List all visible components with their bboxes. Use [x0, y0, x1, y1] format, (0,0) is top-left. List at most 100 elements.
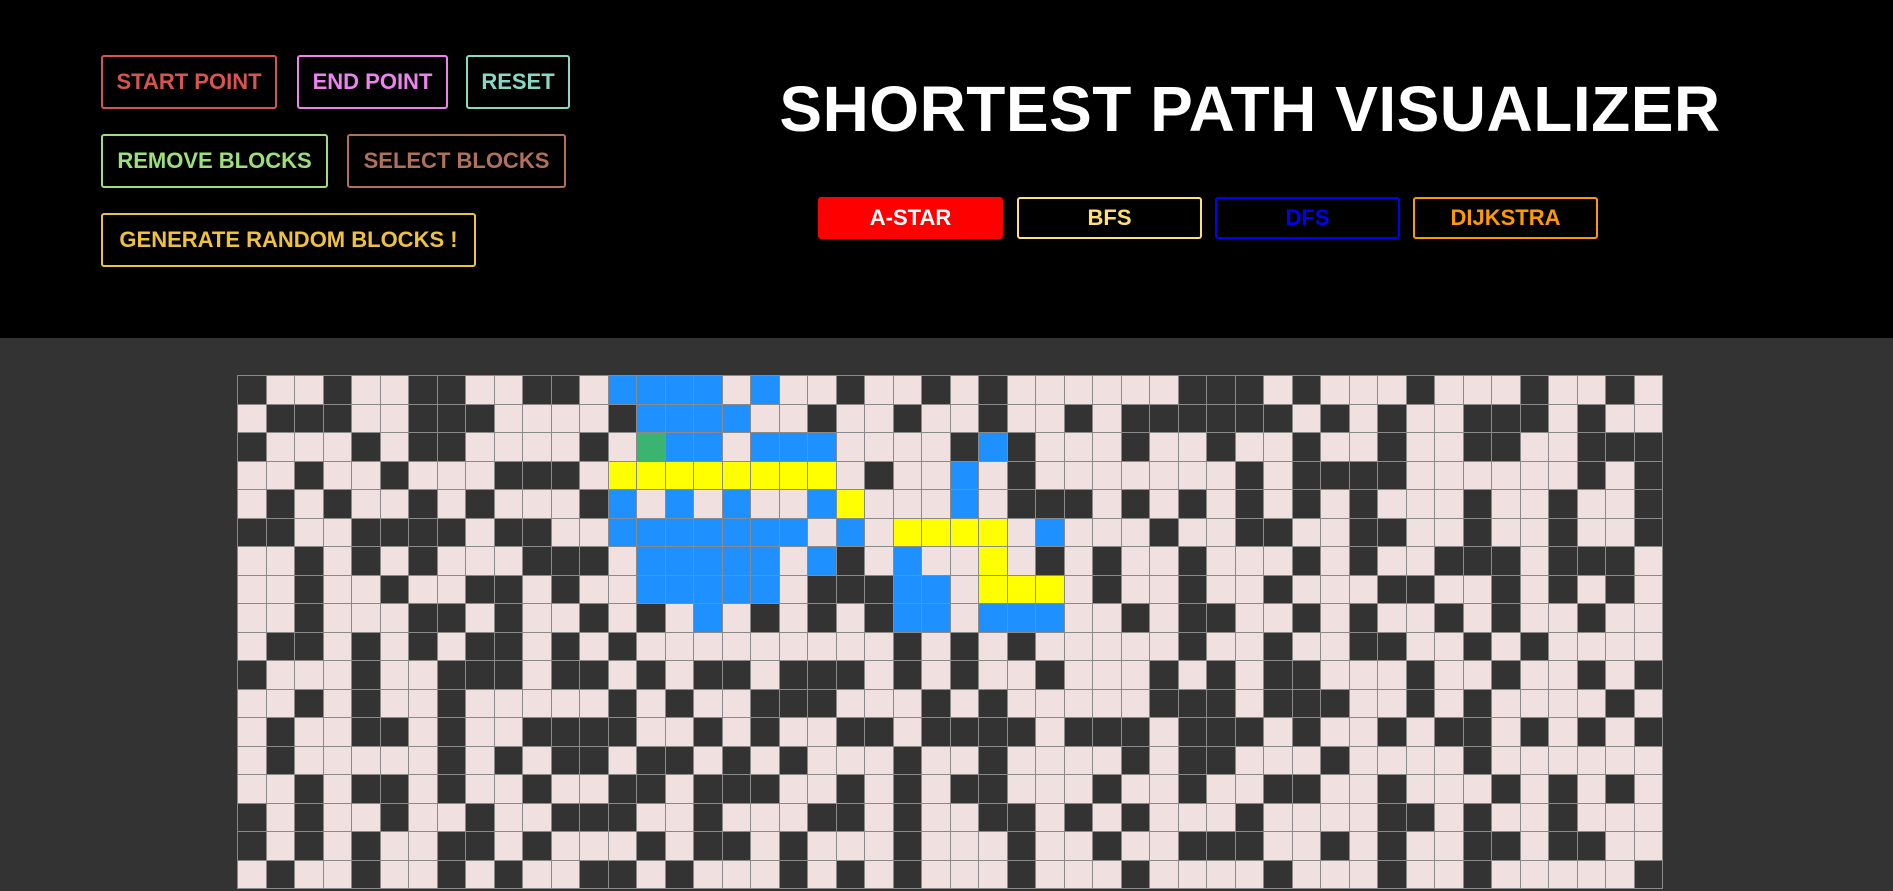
cell-empty[interactable] — [1264, 376, 1293, 405]
cell-wall[interactable] — [409, 433, 438, 462]
cell-empty[interactable] — [694, 746, 723, 775]
cell-wall[interactable] — [437, 689, 466, 718]
cell-empty[interactable] — [865, 775, 894, 804]
cell-empty[interactable] — [466, 775, 495, 804]
cell-wall[interactable] — [437, 518, 466, 547]
cell-empty[interactable] — [779, 718, 808, 747]
cell-wall[interactable] — [323, 490, 352, 519]
cell-empty[interactable] — [1150, 832, 1179, 861]
cell-wall[interactable] — [523, 547, 552, 576]
cell-empty[interactable] — [1235, 746, 1264, 775]
cell-empty[interactable] — [722, 632, 751, 661]
cell-wall[interactable] — [580, 433, 609, 462]
cell-empty[interactable] — [665, 775, 694, 804]
cell-wall[interactable] — [808, 689, 837, 718]
cell-wall[interactable] — [1378, 461, 1407, 490]
cell-empty[interactable] — [865, 803, 894, 832]
cell-wall[interactable] — [1178, 547, 1207, 576]
cell-empty[interactable] — [437, 803, 466, 832]
cell-empty[interactable] — [1492, 376, 1521, 405]
cell-empty[interactable] — [1264, 490, 1293, 519]
cell-wall[interactable] — [1463, 689, 1492, 718]
cell-wall[interactable] — [637, 775, 666, 804]
cell-wall[interactable] — [1378, 775, 1407, 804]
cell-empty[interactable] — [1520, 689, 1549, 718]
cell-wall[interactable] — [466, 832, 495, 861]
cell-visited[interactable] — [751, 575, 780, 604]
cell-empty[interactable] — [1093, 689, 1122, 718]
cell-wall[interactable] — [1463, 490, 1492, 519]
cell-wall[interactable] — [1007, 461, 1036, 490]
cell-path[interactable] — [922, 518, 951, 547]
cell-empty[interactable] — [1093, 518, 1122, 547]
remove-blocks-button[interactable]: REMOVE BLOCKS — [101, 134, 328, 188]
cell-wall[interactable] — [979, 746, 1008, 775]
cell-wall[interactable] — [494, 575, 523, 604]
cell-empty[interactable] — [380, 490, 409, 519]
cell-empty[interactable] — [922, 832, 951, 861]
cell-wall[interactable] — [1606, 689, 1635, 718]
cell-empty[interactable] — [865, 832, 894, 861]
cell-empty[interactable] — [551, 689, 580, 718]
cell-wall[interactable] — [1207, 689, 1236, 718]
cell-empty[interactable] — [238, 490, 267, 519]
cell-wall[interactable] — [523, 775, 552, 804]
cell-empty[interactable] — [1606, 604, 1635, 633]
cell-visited[interactable] — [1036, 518, 1065, 547]
cell-empty[interactable] — [323, 433, 352, 462]
cell-empty[interactable] — [1150, 604, 1179, 633]
cell-path[interactable] — [694, 461, 723, 490]
cell-visited[interactable] — [608, 518, 637, 547]
cell-wall[interactable] — [1520, 718, 1549, 747]
cell-visited[interactable] — [808, 433, 837, 462]
cell-empty[interactable] — [238, 547, 267, 576]
cell-empty[interactable] — [523, 746, 552, 775]
cell-wall[interactable] — [779, 746, 808, 775]
cell-empty[interactable] — [1121, 518, 1150, 547]
cell-empty[interactable] — [1121, 376, 1150, 405]
cell-wall[interactable] — [352, 775, 381, 804]
generate-random-blocks-button[interactable]: GENERATE RANDOM BLOCKS ! — [101, 213, 476, 267]
cell-empty[interactable] — [1235, 547, 1264, 576]
cell-empty[interactable] — [893, 490, 922, 519]
cell-empty[interactable] — [1264, 547, 1293, 576]
cell-wall[interactable] — [722, 746, 751, 775]
cell-wall[interactable] — [466, 490, 495, 519]
cell-empty[interactable] — [1007, 775, 1036, 804]
cell-empty[interactable] — [1292, 632, 1321, 661]
cell-empty[interactable] — [1634, 547, 1663, 576]
cell-wall[interactable] — [1634, 490, 1663, 519]
cell-visited[interactable] — [665, 518, 694, 547]
cell-wall[interactable] — [1634, 518, 1663, 547]
cell-wall[interactable] — [295, 803, 324, 832]
cell-wall[interactable] — [608, 775, 637, 804]
cell-empty[interactable] — [295, 490, 324, 519]
cell-empty[interactable] — [409, 860, 438, 889]
cell-wall[interactable] — [266, 632, 295, 661]
cell-visited[interactable] — [694, 433, 723, 462]
cell-wall[interactable] — [1549, 775, 1578, 804]
cell-wall[interactable] — [409, 604, 438, 633]
cell-path[interactable] — [979, 575, 1008, 604]
cell-wall[interactable] — [466, 575, 495, 604]
cell-wall[interactable] — [238, 832, 267, 861]
cell-empty[interactable] — [1150, 803, 1179, 832]
cell-empty[interactable] — [1264, 746, 1293, 775]
cell-visited[interactable] — [979, 604, 1008, 633]
cell-empty[interactable] — [751, 832, 780, 861]
cell-wall[interactable] — [1577, 461, 1606, 490]
cell-empty[interactable] — [1463, 575, 1492, 604]
cell-wall[interactable] — [551, 632, 580, 661]
cell-empty[interactable] — [1121, 575, 1150, 604]
cell-wall[interactable] — [352, 518, 381, 547]
cell-empty[interactable] — [1064, 689, 1093, 718]
cell-wall[interactable] — [380, 803, 409, 832]
cell-wall[interactable] — [1292, 433, 1321, 462]
cell-empty[interactable] — [1378, 604, 1407, 633]
cell-empty[interactable] — [1093, 461, 1122, 490]
cell-empty[interactable] — [1064, 376, 1093, 405]
cell-empty[interactable] — [1036, 718, 1065, 747]
cell-empty[interactable] — [1520, 832, 1549, 861]
cell-empty[interactable] — [1007, 547, 1036, 576]
cell-wall[interactable] — [295, 404, 324, 433]
